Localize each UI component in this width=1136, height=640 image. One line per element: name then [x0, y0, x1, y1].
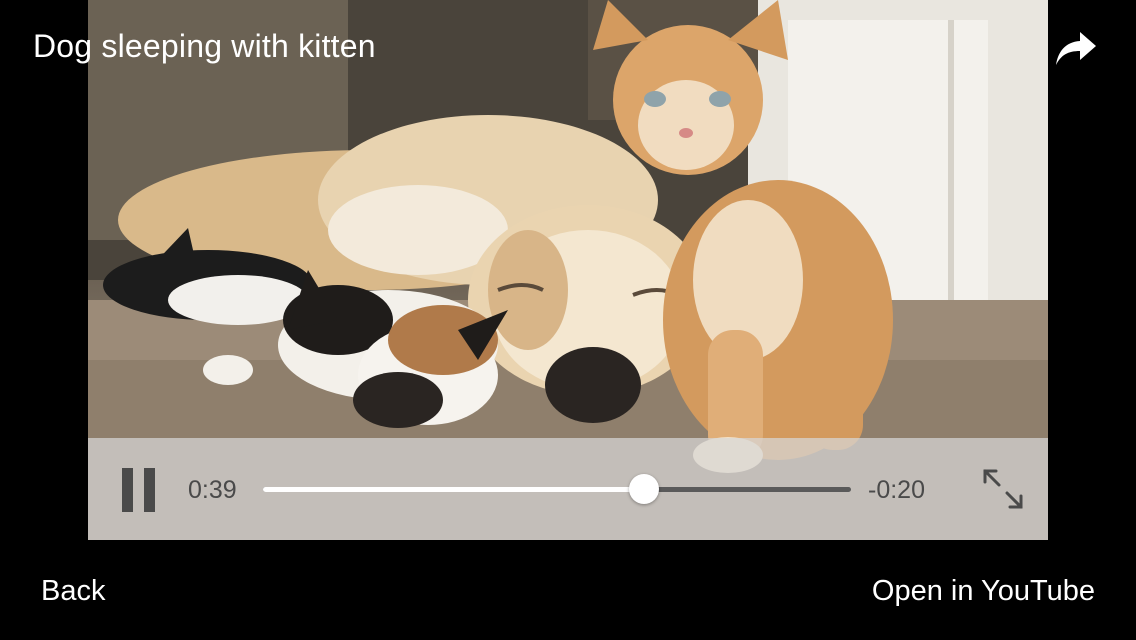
scrubber-thumb[interactable]: [629, 474, 660, 504]
pause-bar-right: [144, 468, 155, 512]
remaining-time: -0:20: [868, 476, 925, 504]
scrubber-played: [263, 487, 645, 492]
back-button[interactable]: Back: [41, 572, 105, 610]
open-in-youtube-button[interactable]: Open in YouTube: [872, 572, 1095, 610]
playback-controls: 0:39 -0:20: [88, 438, 1048, 540]
video-player-screen: Dog sleeping with kitten 0:39 -0:20 Back…: [0, 0, 1136, 640]
pause-icon[interactable]: [118, 468, 160, 512]
share-arrow-icon[interactable]: [1052, 28, 1100, 70]
pause-bar-left: [122, 468, 133, 512]
scrubber-track[interactable]: [263, 474, 851, 504]
expand-icon[interactable]: [980, 466, 1026, 512]
video-title: Dog sleeping with kitten: [33, 28, 376, 64]
elapsed-time: 0:39: [188, 476, 237, 504]
